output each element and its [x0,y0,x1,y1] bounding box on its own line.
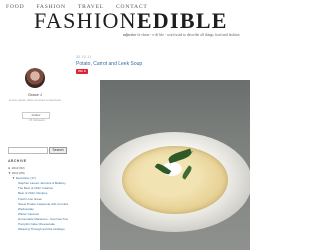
soup-photo[interactable] [100,80,250,250]
tagline-bold: adjective [123,33,137,37]
archive-list: ► 2013 (82) ▼ 2012 (89) ▼ December (17) … [8,166,68,232]
follower-count: 15 followers [29,118,46,122]
sidebar: Grace J Lorem ipsum dolor sit amet conse… [0,58,70,250]
pin-it-button[interactable]: Pin it [76,69,88,74]
nav-item-food[interactable]: FOOD [6,4,24,10]
archive-heading: ARCHIVE [8,159,27,163]
archive-post-link[interactable]: Weaving Through and the Holidays [8,227,68,232]
post-date: 30.10.11 [76,55,92,59]
post-title[interactable]: Potato, Carrot and Leek Soup [76,61,142,67]
post-area: 30.10.11 Potato, Carrot and Leek Soup Pi… [70,52,250,250]
logo-part-fashion: FASHION [34,8,137,33]
profile-name[interactable]: Grace J [0,92,70,97]
search-input[interactable] [8,147,48,154]
search-button[interactable]: Search [49,147,67,154]
avatar[interactable] [25,68,45,88]
site-logo[interactable]: FASHIONEDIBLE [34,10,228,32]
tagline-text: fa·shion - e·di·ble - word used to descr… [137,33,240,37]
profile-description: Lorem ipsum dolor sit amet consectetur [8,98,62,102]
logo-part-edible: EDIBLE [136,8,228,33]
site-tagline: adjective fa·shion - e·di·ble - word use… [123,33,239,37]
